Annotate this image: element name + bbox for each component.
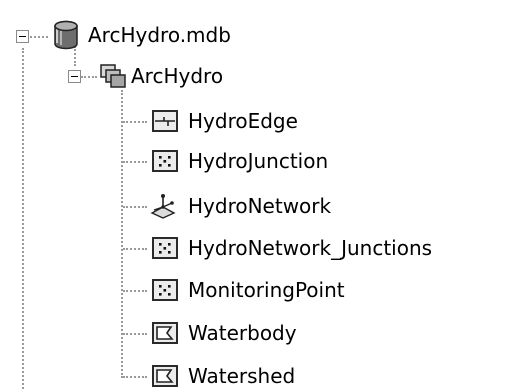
tree-line-dataset bbox=[81, 76, 97, 78]
point-feature-class-icon bbox=[152, 237, 178, 259]
feature-class-label: HydroEdge bbox=[188, 109, 298, 133]
tree-line-db bbox=[30, 36, 48, 38]
database-icon bbox=[54, 20, 78, 50]
tree-line-item bbox=[123, 248, 147, 250]
database-label: ArcHydro.mdb bbox=[88, 23, 231, 47]
tree-line-item bbox=[123, 161, 147, 163]
geometric-network-icon bbox=[150, 194, 176, 219]
tree-line-root bbox=[22, 48, 24, 389]
collapse-dataset-toggle[interactable] bbox=[68, 70, 81, 83]
tree-line-item bbox=[123, 333, 147, 335]
catalog-tree: ArcHydro.mdb ArcHydro HydroEdge HydroJun… bbox=[0, 0, 532, 389]
feature-class-label: HydroJunction bbox=[188, 149, 329, 173]
feature-class-label: HydroNetwork_Junctions bbox=[188, 236, 433, 260]
feature-dataset-icon bbox=[100, 64, 126, 88]
tree-line-item bbox=[123, 121, 147, 123]
point-feature-class-icon bbox=[152, 150, 178, 172]
feature-class-label: MonitoringPoint bbox=[188, 278, 345, 302]
tree-line-item bbox=[123, 206, 147, 208]
feature-class-label: Watershed bbox=[188, 364, 296, 388]
tree-line-item bbox=[123, 376, 147, 378]
point-feature-class-icon bbox=[152, 279, 178, 301]
feature-class-label: Waterbody bbox=[188, 321, 297, 345]
polygon-feature-class-icon bbox=[152, 322, 178, 344]
feature-class-label: HydroNetwork bbox=[188, 194, 332, 218]
tree-line-item bbox=[123, 290, 147, 292]
dataset-label: ArcHydro bbox=[131, 64, 224, 88]
collapse-database-toggle[interactable] bbox=[16, 30, 29, 43]
polygon-feature-class-icon bbox=[152, 365, 178, 387]
line-feature-class-icon bbox=[152, 110, 178, 132]
